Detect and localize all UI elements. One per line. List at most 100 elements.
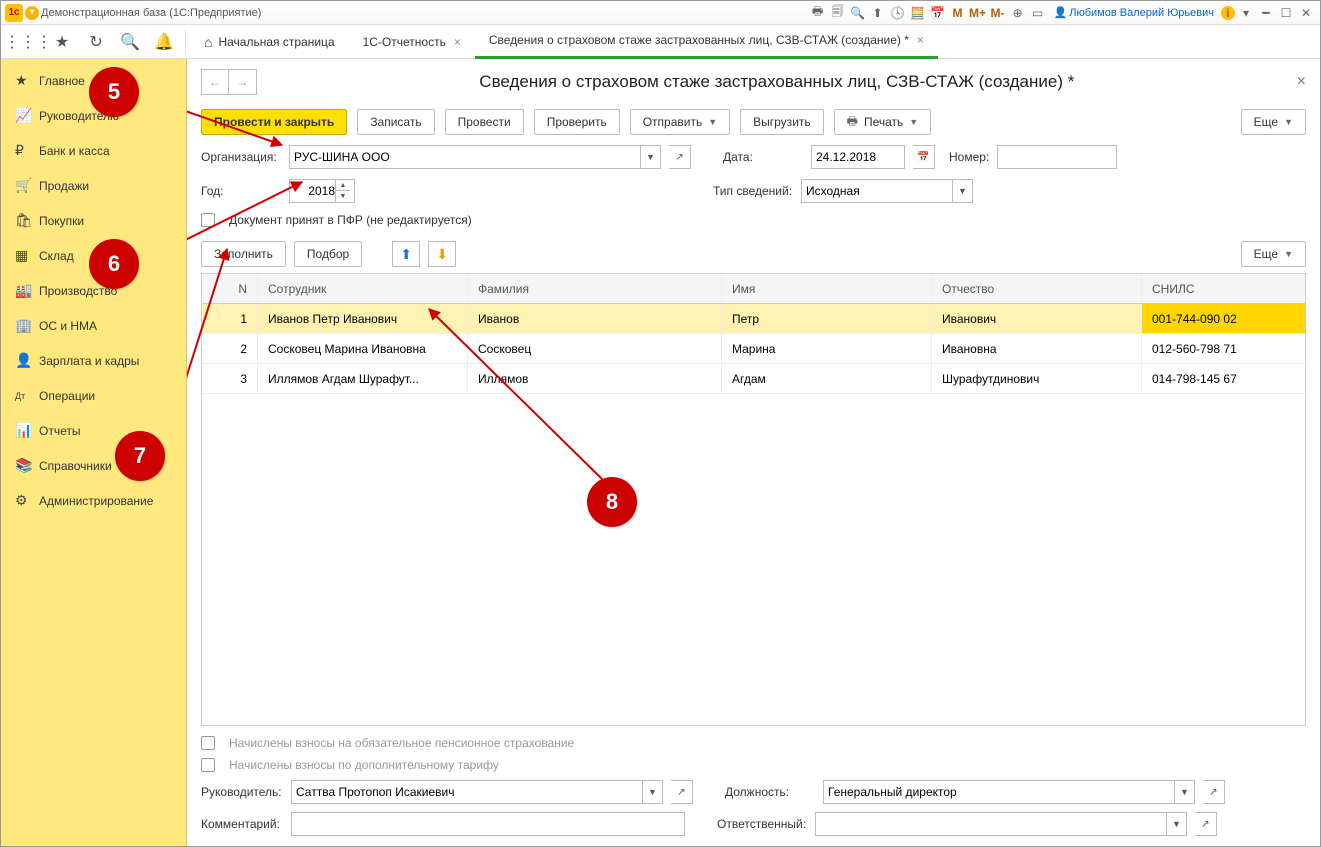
export-button[interactable]: Выгрузить [740, 109, 824, 135]
chevron-down-icon[interactable]: ▼ [642, 781, 662, 803]
close-icon[interactable]: × [454, 35, 461, 49]
tab-reporting[interactable]: 1С-Отчетность× [349, 25, 475, 59]
open-icon[interactable]: ↗ [1195, 812, 1217, 836]
maximize-icon[interactable]: ☐ [1277, 4, 1295, 22]
chevron-down-icon[interactable]: ▼ [1174, 781, 1194, 803]
check-button[interactable]: Проверить [534, 109, 620, 135]
close-icon[interactable]: × [917, 33, 924, 47]
more-button[interactable]: Еще▼ [1241, 109, 1306, 135]
responsible-label: Ответственный: [717, 817, 807, 831]
history-icon[interactable]: ↻ [79, 25, 113, 59]
pension-contrib-checkbox[interactable] [201, 736, 215, 750]
date-field[interactable]: 24.12.2018 [811, 145, 905, 169]
memory-mminus[interactable]: M- [989, 4, 1007, 22]
more-button[interactable]: Еще▼ [1241, 241, 1306, 267]
favorite-icon[interactable]: ★ [45, 25, 79, 59]
cart-icon: 🛒 [15, 177, 39, 194]
ruble-icon: ₽ [15, 142, 39, 159]
calendar-icon[interactable]: 📅 [913, 145, 935, 169]
debit-icon: Дт [15, 391, 39, 401]
number-field[interactable] [997, 145, 1117, 169]
annotation-badge-7: 7 [115, 431, 165, 481]
sidebar-item-bank[interactable]: ₽Банк и касса [1, 133, 186, 168]
annotation-badge-8: 8 [587, 477, 637, 527]
annotation-badge-5: 5 [89, 67, 139, 117]
sidebar-item-operations[interactable]: ДтОперации [1, 378, 186, 413]
barchart-icon: 📊 [15, 422, 39, 439]
move-down-button[interactable]: ⬇ [428, 241, 456, 267]
chevron-down-icon[interactable]: ▼ [1166, 813, 1186, 835]
boxes-icon: ▦ [15, 247, 39, 264]
pfr-label: Документ принят в ПФР (не редактируется) [229, 213, 472, 227]
comment-label: Комментарий: [201, 817, 283, 831]
fill-button[interactable]: Заполнить [201, 241, 286, 267]
col-patronymic[interactable]: Отчество [932, 274, 1142, 303]
app-menu-dropdown-icon[interactable]: ▾ [25, 6, 39, 20]
pfr-checkbox[interactable] [201, 213, 215, 227]
tab-szv-stazh[interactable]: Сведения о страховом стаже застрахованны… [475, 25, 938, 59]
table-row[interactable]: 2 Сосковец Марина Ивановна Сосковец Мари… [202, 334, 1305, 364]
toolbar-icon[interactable]: 📅 [929, 4, 947, 22]
nav-back-button[interactable]: ← [201, 69, 229, 95]
sidebar-item-admin[interactable]: ⚙Администрирование [1, 483, 186, 518]
org-field[interactable]: РУС-ШИНА ООО▼ [289, 145, 661, 169]
chevron-down-icon[interactable]: ▼ [952, 180, 972, 202]
close-icon[interactable]: × [1297, 73, 1306, 91]
print-button[interactable]: 🖶Печать▼ [834, 109, 932, 135]
annotation-badge-6: 6 [89, 239, 139, 289]
apps-grid-icon[interactable]: ⋮⋮⋮ [11, 25, 45, 59]
move-up-button[interactable]: ⬆ [392, 241, 420, 267]
toolbar-icon[interactable]: ▭ [1029, 4, 1047, 22]
nav-forward-button[interactable]: → [229, 69, 257, 95]
table-row[interactable]: 1 Иванов Петр Иванович Иванов Петр Ивано… [202, 304, 1305, 334]
chevron-down-icon[interactable]: ▼ [640, 146, 660, 168]
sidebar-item-sales[interactable]: 🛒Продажи [1, 168, 186, 203]
col-n[interactable]: N [202, 274, 258, 303]
close-icon[interactable]: ✕ [1297, 4, 1315, 22]
dropdown-icon[interactable]: ▾ [1237, 4, 1255, 22]
post-and-close-button[interactable]: Провести и закрыть [201, 109, 347, 135]
current-user[interactable]: Любимов Валерий Юрьевич [1054, 6, 1214, 19]
responsible-field[interactable]: ▼ [815, 812, 1187, 836]
content-area: ← → Сведения о страховом стаже застрахов… [187, 59, 1320, 846]
toolbar-icon[interactable]: 🕓 [889, 4, 907, 22]
col-snils[interactable]: СНИЛС [1142, 274, 1305, 303]
send-button[interactable]: Отправить▼ [630, 109, 730, 135]
col-name[interactable]: Имя [722, 274, 932, 303]
search-icon[interactable]: 🔍 [113, 25, 147, 59]
memory-mplus[interactable]: M+ [969, 4, 987, 22]
toolbar-icon[interactable]: 🖶 [809, 4, 827, 22]
memory-m[interactable]: M [949, 4, 967, 22]
sidebar-item-hr[interactable]: 👤Зарплата и кадры [1, 343, 186, 378]
post-button[interactable]: Провести [445, 109, 524, 135]
sidebar-item-purchases[interactable]: 🛍Покупки [1, 203, 186, 238]
tab-home[interactable]: Начальная страница [190, 25, 349, 59]
open-icon[interactable]: ↗ [671, 780, 693, 804]
extra-tariff-checkbox[interactable] [201, 758, 215, 772]
date-label: Дата: [723, 150, 803, 164]
save-button[interactable]: Записать [357, 109, 434, 135]
open-icon[interactable]: ↗ [1203, 780, 1225, 804]
toolbar-icon[interactable]: 🗐 [829, 4, 847, 22]
bell-icon[interactable]: 🔔 [147, 25, 181, 59]
col-surname[interactable]: Фамилия [468, 274, 722, 303]
toolbar-icon[interactable]: 🧮 [909, 4, 927, 22]
type-field[interactable]: Исходная▼ [801, 179, 973, 203]
year-field[interactable]: 2018▲▼ [289, 179, 355, 203]
pick-button[interactable]: Подбор [294, 241, 362, 267]
chevron-down-icon: ▼ [909, 117, 918, 127]
toolbar-icon[interactable]: ⬆ [869, 4, 887, 22]
col-employee[interactable]: Сотрудник [258, 274, 468, 303]
comment-field[interactable] [291, 812, 685, 836]
info-icon[interactable]: i [1221, 6, 1235, 20]
spinner-icon[interactable]: ▲▼ [335, 180, 350, 202]
minimize-icon[interactable]: ━ [1257, 4, 1275, 22]
position-field[interactable]: Генеральный директор▼ [823, 780, 1195, 804]
open-icon[interactable]: ↗ [669, 145, 691, 169]
sidebar-item-assets[interactable]: 🏢ОС и НМА [1, 308, 186, 343]
toolbar-icon[interactable]: ⊕ [1009, 4, 1027, 22]
table-row[interactable]: 3 Иллямов Агдам Шурафут... Иллямов Агдам… [202, 364, 1305, 394]
employees-table: N Сотрудник Фамилия Имя Отчество СНИЛС 1… [201, 273, 1306, 726]
toolbar-icon[interactable]: 🔍 [849, 4, 867, 22]
head-field[interactable]: Саттва Протопоп Исакиевич▼ [291, 780, 663, 804]
